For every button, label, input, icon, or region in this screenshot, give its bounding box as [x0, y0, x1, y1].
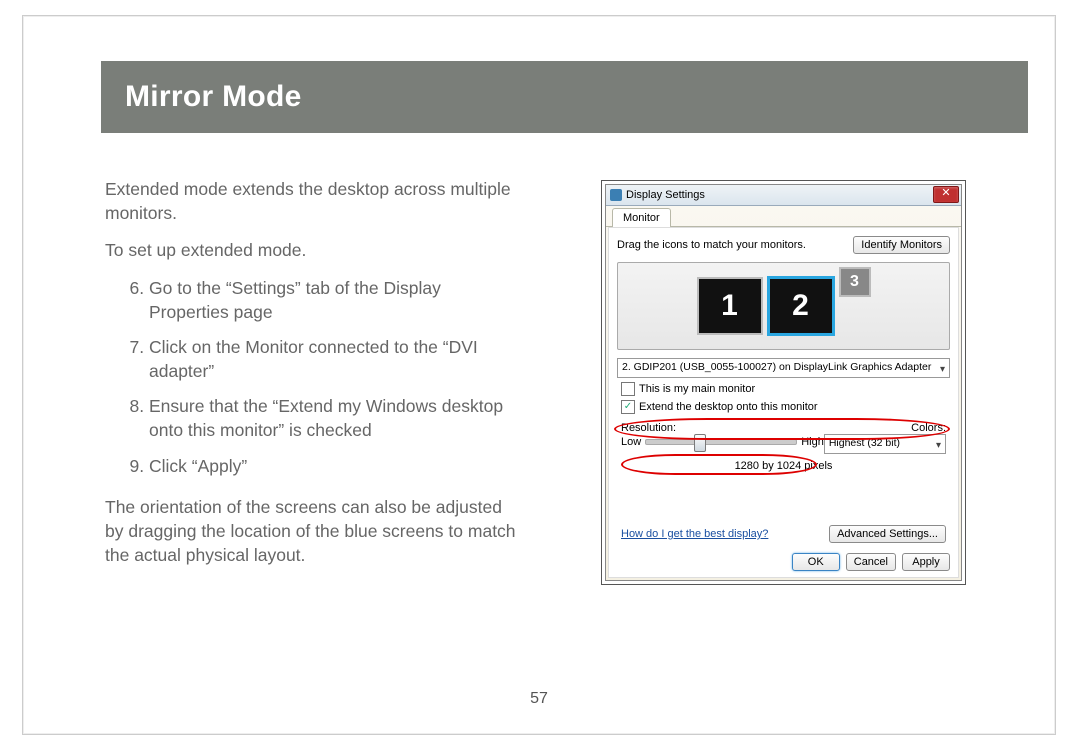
- extend-desktop-label: Extend the desktop onto this monitor: [639, 401, 818, 413]
- step-9: Click “Apply”: [149, 455, 525, 479]
- section-header: Mirror Mode: [101, 61, 1028, 133]
- drag-instruction: Drag the icons to match your monitors.: [617, 239, 806, 251]
- display-settings-screenshot: Display Settings ✕ Monitor Drag the icon…: [601, 180, 966, 585]
- resolution-colors-labels: Resolution: Colors:: [621, 422, 946, 434]
- extend-desktop-checkbox[interactable]: ✓: [621, 400, 635, 414]
- resolution-label: Resolution:: [621, 422, 676, 434]
- page-number: 57: [23, 690, 1055, 708]
- monitor-dropdown[interactable]: 2. GDIP201 (USB_0055-100027) on DisplayL…: [617, 358, 950, 378]
- intro-text: Extended mode extends the desktop across…: [105, 178, 525, 225]
- resolution-slider[interactable]: [645, 439, 797, 445]
- advanced-settings-button[interactable]: Advanced Settings...: [829, 525, 946, 543]
- setup-line: To set up extended mode.: [105, 239, 525, 263]
- outro-text: The orientation of the screens can also …: [105, 496, 525, 567]
- section-title: Mirror Mode: [125, 80, 302, 114]
- step-6: Go to the “Settings” tab of the Display …: [149, 277, 525, 324]
- close-icon: ✕: [941, 187, 950, 199]
- check-icon: ✓: [624, 402, 632, 412]
- resolution-value: 1280 by 1024 pixels: [609, 460, 958, 472]
- slider-low-label: Low: [621, 436, 641, 448]
- dialog-window: Display Settings ✕ Monitor Drag the icon…: [605, 184, 962, 581]
- step-8: Ensure that the “Extend my Windows deskt…: [149, 395, 525, 442]
- main-monitor-label: This is my main monitor: [639, 383, 755, 395]
- help-link[interactable]: How do I get the best display?: [621, 528, 768, 540]
- colors-label: Colors:: [911, 422, 946, 434]
- tab-monitor[interactable]: Monitor: [612, 208, 671, 229]
- cancel-button[interactable]: Cancel: [846, 553, 896, 571]
- close-button[interactable]: ✕: [933, 186, 959, 203]
- monitor-select-row: 2. GDIP201 (USB_0055-100027) on DisplayL…: [617, 358, 950, 378]
- identify-monitors-button[interactable]: Identify Monitors: [853, 236, 950, 254]
- monitor-1[interactable]: 1: [697, 277, 763, 335]
- drag-instruction-row: Drag the icons to match your monitors. I…: [609, 228, 958, 258]
- step-7: Click on the Monitor connected to the “D…: [149, 336, 525, 383]
- slider-high-label: High: [801, 436, 824, 448]
- window-title: Display Settings: [626, 189, 705, 201]
- manual-page: Mirror Mode Extended mode extends the de…: [22, 15, 1056, 735]
- body-text: Extended mode extends the desktop across…: [105, 178, 525, 581]
- main-monitor-row: This is my main monitor: [621, 382, 946, 396]
- resolution-slider-row: Low High: [621, 436, 824, 448]
- steps-list: Go to the “Settings” tab of the Display …: [105, 277, 525, 478]
- ok-button[interactable]: OK: [792, 553, 840, 571]
- tab-row: Monitor: [606, 206, 961, 227]
- apply-button[interactable]: Apply: [902, 553, 950, 571]
- extend-desktop-row: ✓ Extend the desktop onto this monitor: [621, 400, 946, 414]
- colors-dropdown[interactable]: Highest (32 bit): [824, 434, 946, 454]
- monitor-layout-area[interactable]: 1 2 3: [617, 262, 950, 350]
- dialog-body: Drag the icons to match your monitors. I…: [608, 227, 959, 578]
- slider-thumb[interactable]: [694, 434, 706, 452]
- help-advanced-row: How do I get the best display? Advanced …: [621, 525, 946, 543]
- dialog-button-row: OK Cancel Apply: [792, 553, 950, 571]
- monitor-2[interactable]: 2: [767, 276, 835, 336]
- main-monitor-checkbox[interactable]: [621, 382, 635, 396]
- window-icon: [610, 189, 622, 201]
- title-bar[interactable]: Display Settings ✕: [606, 185, 961, 206]
- monitor-3[interactable]: 3: [839, 267, 871, 297]
